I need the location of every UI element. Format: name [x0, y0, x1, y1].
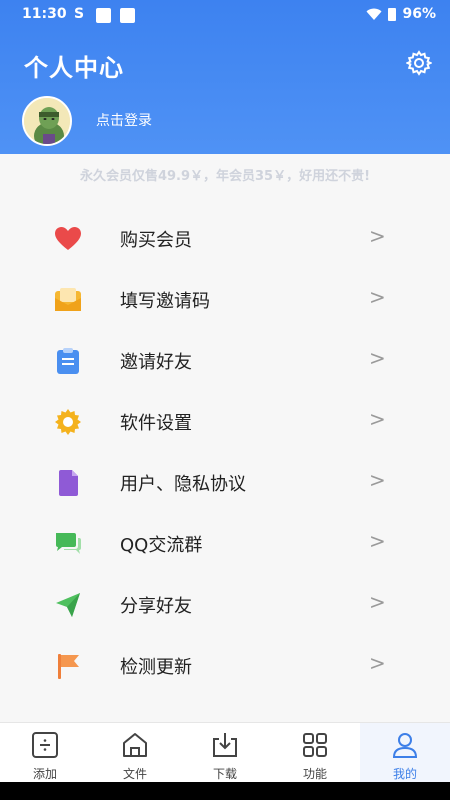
menu-item-label: 软件设置	[120, 413, 192, 434]
heart-icon	[55, 227, 81, 250]
menu-item-label: 检测更新	[120, 657, 192, 678]
tab-label: 添加	[32, 767, 57, 781]
avatar-image	[24, 98, 70, 144]
add-icon	[32, 732, 58, 758]
menu-item-label: 分享好友	[120, 596, 192, 617]
grid-icon	[303, 733, 327, 757]
page-title: 个人中心	[24, 54, 124, 82]
gear-icon	[55, 409, 81, 435]
chevron-right-icon: >	[369, 468, 386, 492]
status-bar: 11:30 S 96%	[0, 0, 450, 30]
chevron-right-icon: >	[369, 407, 386, 431]
chat-icon	[56, 533, 81, 554]
menu-item-label: 购买会员	[120, 230, 192, 251]
chevron-right-icon: >	[369, 590, 386, 614]
menu-item-invite-friends[interactable]: 邀请好友 >	[0, 330, 450, 391]
menu-item-privacy[interactable]: 用户、隐私协议 >	[0, 452, 450, 513]
tab-label: 下载	[212, 767, 237, 781]
tab-label: 文件	[122, 767, 147, 781]
system-nav-bar	[0, 782, 450, 800]
tab-features[interactable]: 功能	[270, 723, 360, 782]
menu-item-label: 用户、隐私协议	[120, 474, 246, 495]
menu-list: 购买会员 > 填写邀请码 > 邀请好友 > 软件设置 > 用户、隐私协议 > Q…	[0, 208, 450, 696]
chevron-right-icon: >	[369, 346, 386, 370]
menu-item-buy-vip[interactable]: 购买会员 >	[0, 208, 450, 269]
clipboard-icon	[57, 348, 79, 374]
notification-icon	[120, 8, 135, 23]
notification-icon	[96, 8, 111, 23]
menu-item-label: 填写邀请码	[120, 291, 210, 312]
flag-icon	[58, 654, 79, 679]
tab-add[interactable]: 添加	[0, 723, 90, 782]
login-link[interactable]: 点击登录	[96, 110, 152, 130]
home-icon	[123, 733, 147, 757]
tab-mine[interactable]: 我的	[360, 723, 450, 782]
battery-level: 96%	[402, 6, 436, 22]
chevron-right-icon: >	[369, 224, 386, 248]
tab-label: 功能	[302, 767, 327, 781]
tab-label: 我的	[392, 767, 417, 781]
bottom-tab-bar: 添加 文件 下载 功能 我的	[0, 722, 450, 782]
chevron-right-icon: >	[369, 529, 386, 553]
profile-header: 11:30 S 96% 个人中心 点击登录	[0, 0, 450, 154]
wifi-icon	[366, 8, 382, 20]
status-s-icon: S	[74, 6, 85, 22]
status-time: 11:30	[22, 6, 67, 22]
send-icon	[56, 593, 80, 617]
document-icon	[59, 470, 78, 496]
promo-banner: 永久会员仅售49.9￥，年会员35￥，好用还不贵!	[79, 169, 371, 184]
tab-download[interactable]: 下载	[180, 723, 270, 782]
chevron-right-icon: >	[369, 285, 386, 309]
envelope-icon	[55, 288, 81, 311]
menu-item-qq-group[interactable]: QQ交流群 >	[0, 513, 450, 574]
tab-files[interactable]: 文件	[90, 723, 180, 782]
menu-item-invite-code[interactable]: 填写邀请码 >	[0, 269, 450, 330]
battery-icon	[388, 7, 397, 21]
menu-item-share[interactable]: 分享好友 >	[0, 574, 450, 635]
menu-item-check-update[interactable]: 检测更新 >	[0, 635, 450, 696]
menu-item-label: 邀请好友	[120, 352, 192, 373]
menu-item-label: QQ交流群	[120, 535, 203, 556]
menu-item-settings[interactable]: 软件设置 >	[0, 391, 450, 452]
settings-gear-icon[interactable]	[406, 50, 432, 76]
avatar[interactable]	[22, 96, 72, 146]
download-icon	[213, 733, 237, 757]
user-icon	[392, 733, 418, 758]
chevron-right-icon: >	[369, 651, 386, 675]
